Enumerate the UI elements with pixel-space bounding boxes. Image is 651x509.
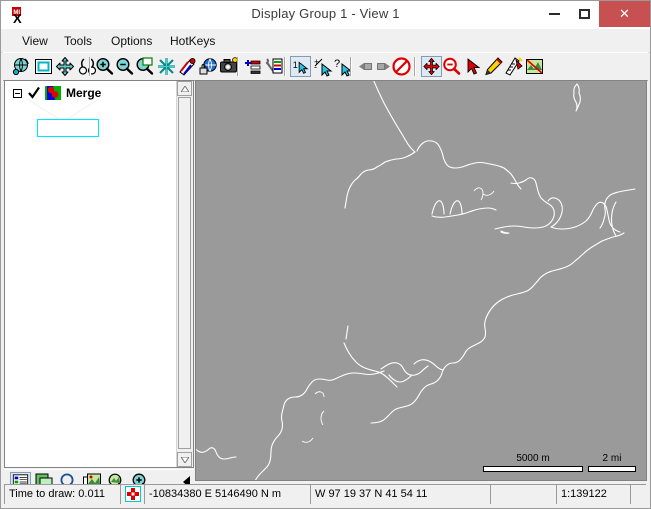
title-bar: MI X Display Group 1 - View 1 ✕ bbox=[1, 1, 650, 30]
zoom-out-icon[interactable] bbox=[114, 56, 135, 77]
map-canvas[interactable] bbox=[196, 81, 646, 480]
toolbar-separator bbox=[284, 57, 286, 76]
scroll-up-button[interactable] bbox=[177, 81, 192, 96]
minimize-icon bbox=[548, 13, 560, 15]
globe-rotate-icon[interactable] bbox=[11, 56, 32, 77]
toolbar-separator bbox=[89, 57, 91, 76]
scalebar-imperial: 2 mi bbox=[588, 453, 636, 472]
draw-tools-icon[interactable] bbox=[177, 56, 198, 77]
close-icon: ✕ bbox=[619, 6, 630, 21]
layer-tree-panel: Merge bbox=[4, 80, 194, 468]
add-layer-icon[interactable] bbox=[242, 56, 263, 77]
svg-text:1: 1 bbox=[293, 60, 298, 70]
layer-node-box[interactable] bbox=[37, 119, 99, 137]
application-window: MI X Display Group 1 - View 1 ✕ View Too… bbox=[0, 0, 651, 509]
image-layer-icon[interactable] bbox=[524, 56, 545, 77]
minimize-button[interactable] bbox=[539, 1, 569, 27]
toolbar-separator bbox=[414, 57, 416, 76]
tree-row-merge[interactable]: Merge bbox=[13, 85, 101, 101]
projection-globe-icon[interactable] bbox=[198, 56, 219, 77]
collapse-expand-icon[interactable] bbox=[13, 88, 22, 98]
layer-visibility-checkbox[interactable] bbox=[27, 86, 41, 100]
select-one-icon[interactable]: 1 bbox=[290, 56, 311, 77]
pointer-select-tool-icon[interactable] bbox=[462, 56, 483, 77]
refresh-snowflake-icon[interactable] bbox=[156, 56, 177, 77]
zoom-tool-icon[interactable] bbox=[441, 56, 462, 77]
scroll-thumb[interactable] bbox=[178, 97, 191, 449]
status-projected-coords: -10834380 E 5146490 N m bbox=[145, 485, 311, 504]
layer-properties-icon[interactable] bbox=[264, 56, 285, 77]
pan-move-tool-icon[interactable] bbox=[421, 56, 442, 77]
map-view[interactable]: 5000 m 2 mi bbox=[195, 80, 647, 481]
main-toolbar: 1 + - ? bbox=[3, 52, 648, 81]
svg-text:?: ? bbox=[334, 58, 340, 70]
layer-type-icon bbox=[45, 86, 61, 100]
status-end-cell bbox=[631, 485, 649, 504]
menu-options[interactable]: Options bbox=[104, 32, 159, 50]
status-blank-cell bbox=[491, 485, 557, 504]
menu-tools[interactable]: Tools bbox=[57, 32, 99, 50]
scalebar-imperial-bar bbox=[588, 466, 636, 472]
cancel-prohibit-icon[interactable] bbox=[391, 56, 412, 77]
select-plusminus-icon[interactable]: + - bbox=[313, 56, 334, 77]
scalebar-metric-label: 5000 m bbox=[516, 453, 550, 464]
scalebar-imperial-label: 2 mi bbox=[602, 453, 622, 464]
maximize-icon bbox=[578, 9, 590, 19]
menu-bar: View Tools Options HotKeys bbox=[1, 29, 650, 53]
svg-text:-: - bbox=[314, 62, 317, 72]
measure-ruler-icon[interactable] bbox=[503, 56, 524, 77]
scalebar-metric: 5000 m bbox=[483, 453, 583, 472]
menu-view[interactable]: View bbox=[15, 32, 55, 50]
toolbar-separator bbox=[237, 57, 239, 76]
status-scale: 1:139122 bbox=[557, 485, 631, 504]
crosshair-icon[interactable] bbox=[125, 486, 141, 502]
layer-name-label: Merge bbox=[66, 86, 102, 100]
status-geographic-coords: W 97 19 37 N 41 54 11 bbox=[311, 485, 491, 504]
close-button[interactable]: ✕ bbox=[599, 1, 650, 27]
maximize-button[interactable] bbox=[569, 1, 599, 27]
scalebar-metric-bar bbox=[483, 466, 583, 472]
scroll-down-button[interactable] bbox=[177, 452, 192, 467]
status-bar: Time to draw: 0.011 -10834380 E 5146490 … bbox=[4, 484, 646, 504]
toolbar-separator bbox=[350, 57, 352, 76]
tree-connector-lines bbox=[26, 99, 100, 120]
zoom-full-extent-icon[interactable] bbox=[33, 56, 54, 77]
pan-icon[interactable] bbox=[55, 56, 76, 77]
zoom-region-icon[interactable] bbox=[134, 56, 155, 77]
menu-hotkeys[interactable]: HotKeys bbox=[163, 32, 222, 50]
status-time-to-draw: Time to draw: 0.011 bbox=[5, 485, 121, 504]
zoom-in-icon[interactable] bbox=[94, 56, 115, 77]
pencil-edit-icon[interactable] bbox=[483, 56, 504, 77]
layer-tree-scrollbar[interactable] bbox=[176, 81, 193, 467]
map-background bbox=[196, 81, 646, 480]
